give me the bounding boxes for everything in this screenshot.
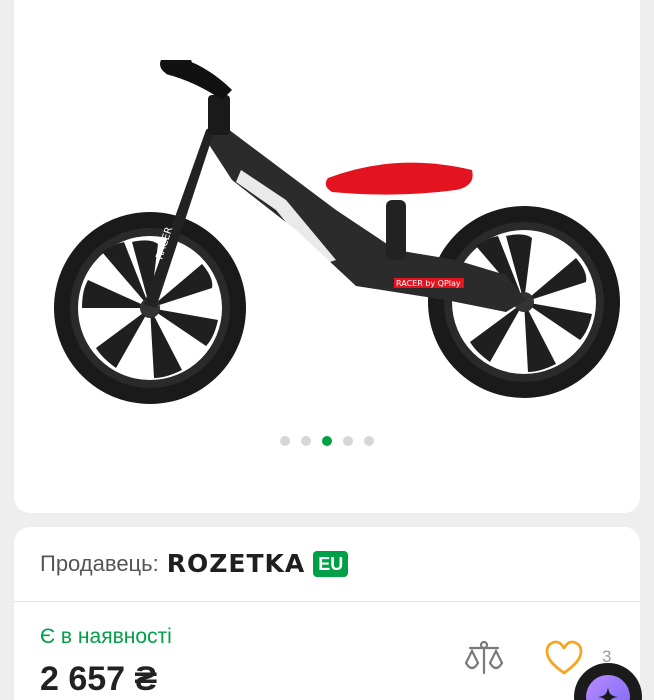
product-gallery[interactable]: RACER by QPlay RACER [14, 0, 640, 513]
frame-brand-text: RACER by QPlay [396, 279, 461, 288]
heart-icon[interactable] [544, 639, 584, 679]
gallery-dot-2[interactable] [301, 436, 311, 446]
seller-label: Продавець: [40, 550, 159, 576]
gallery-pagination [14, 436, 640, 446]
scales-icon[interactable] [462, 639, 506, 683]
gallery-dot-5[interactable] [364, 436, 374, 446]
gallery-dot-4[interactable] [343, 436, 353, 446]
seller-name[interactable]: ROZETKA [167, 549, 305, 578]
seller-region-badge: EU [313, 550, 349, 577]
seller-row: Продавець: ROZETKA EU [40, 549, 349, 578]
product-image[interactable]: RACER by QPlay RACER [36, 52, 636, 410]
front-wheel [54, 212, 246, 404]
product-info-card: Продавець: ROZETKA EU Є в наявності 2 65… [14, 527, 640, 700]
gallery-dot-3-active[interactable] [322, 436, 332, 446]
gallery-dot-1[interactable] [280, 436, 290, 446]
divider [14, 601, 640, 602]
sparkle-icon [598, 687, 618, 700]
product-price: 2 657 ₴ [40, 660, 158, 698]
balance-bike-image: RACER by QPlay RACER [54, 52, 620, 404]
availability-status: Є в наявності [40, 625, 172, 648]
assistant-inner [586, 675, 630, 700]
